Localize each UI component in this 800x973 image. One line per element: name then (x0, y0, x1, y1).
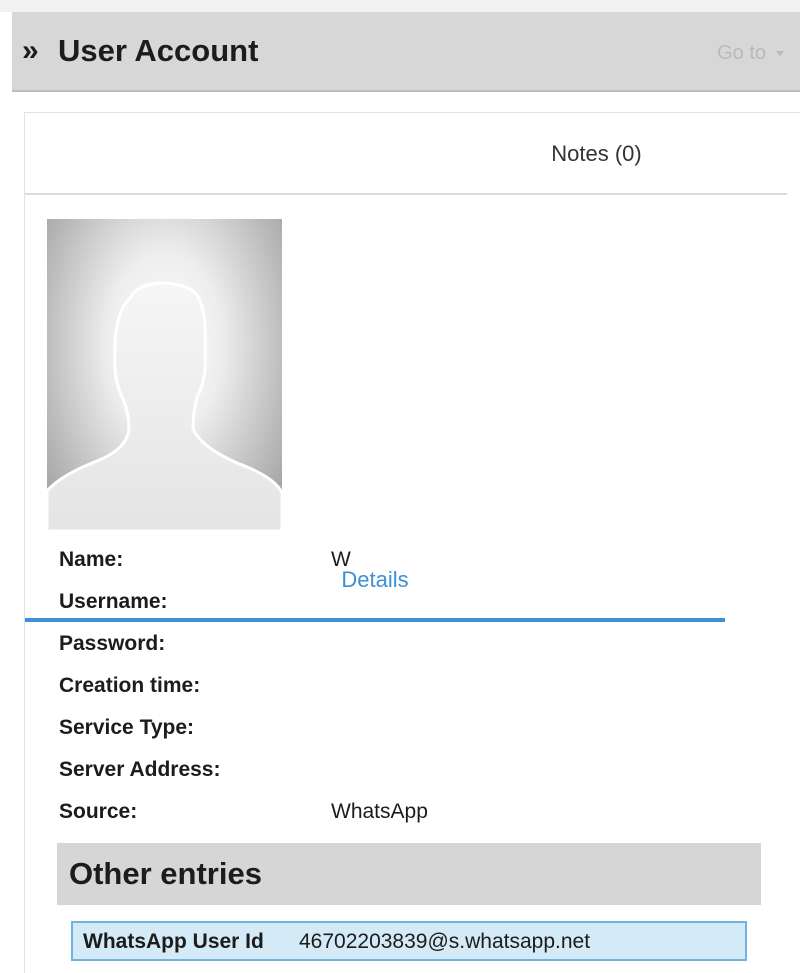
other-entries-header: Other entries (57, 843, 761, 905)
collapse-chevron-icon[interactable]: » (22, 34, 39, 68)
field-label: Service Type: (59, 716, 195, 739)
field-label: Server Address: (59, 758, 221, 781)
field-label: Source: (59, 800, 138, 823)
tab-bar: Details Notes (0) (25, 113, 787, 622)
entry-key: WhatsApp User Id (83, 930, 264, 953)
field-label: Creation time: (59, 674, 201, 697)
page-title: User Account (58, 33, 259, 68)
other-entries-title: Other entries (69, 856, 262, 891)
field-value: W (331, 548, 351, 571)
other-entry-row[interactable]: WhatsApp User Id 46702203839@s.whatsapp.… (71, 921, 747, 961)
goto-label: Go to (717, 42, 766, 64)
field-label: Name: (59, 548, 124, 571)
details-list: Name: W Username: Password: Creation tim… (59, 539, 759, 833)
field-server-address: Server Address: (59, 749, 759, 791)
goto-dropdown[interactable]: Go to (717, 40, 784, 66)
field-label: Password: (59, 632, 166, 655)
field-service-type: Service Type: (59, 707, 759, 749)
caret-down-icon (776, 51, 784, 57)
user-account-page: » User Account Go to Details Notes (0) N… (0, 0, 800, 973)
field-value: WhatsApp (331, 800, 428, 823)
field-creation-time: Creation time: (59, 665, 759, 707)
tab-notes[interactable]: Notes (0) (406, 113, 787, 195)
field-source: Source: WhatsApp (59, 791, 759, 833)
default-user-silhouette-icon (47, 281, 282, 531)
page-header: » User Account Go to (12, 12, 800, 92)
account-card: Details Notes (0) Name: W Username: Pass… (24, 112, 800, 973)
avatar (47, 219, 282, 531)
top-strip (0, 0, 800, 12)
field-username: Username: (59, 581, 759, 623)
field-password: Password: (59, 623, 759, 665)
entry-value: 46702203839@s.whatsapp.net (299, 930, 591, 953)
field-name: Name: W (59, 539, 759, 581)
field-label: Username: (59, 590, 168, 613)
